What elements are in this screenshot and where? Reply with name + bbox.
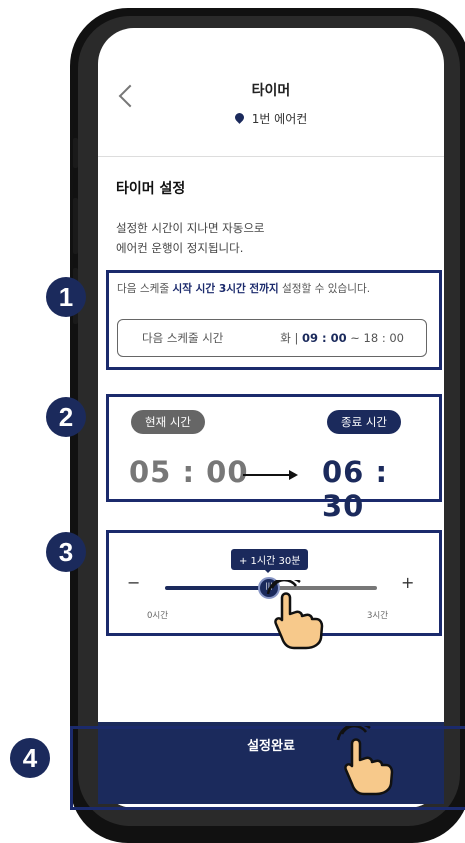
section-title: 타이머 설정 [116,181,186,197]
end-time-pill: 종료 시간 [327,410,401,434]
section-description: 설정한 시간이 지나면 자동으로 에어컨 운행이 정지됩니다. [116,218,265,258]
current-time-pill: 현재 시간 [131,410,205,434]
side-button-mute [73,138,78,168]
next-schedule-label: 다음 스케줄 시간 [142,331,224,345]
step-badge-4: 4 [10,738,50,778]
time-panel: 현재 시간 종료 시간 05 : 00 06 : 30 [106,394,442,523]
arrow-head-icon [289,470,298,480]
duration-tooltip: + 1시간 30분 [231,549,309,570]
next-schedule-box: 다음 스케줄 시간 화 | 09 : 00 ~ 18 : 00 [117,319,427,357]
arrow-icon [243,474,289,476]
next-schedule-value: 화 | 09 : 00 ~ 18 : 00 [280,331,404,345]
side-button-volume-up [73,198,78,254]
page-title: 타이머 [251,83,291,99]
current-time-value: 05 : 00 [129,455,249,489]
decrease-button[interactable]: − [127,573,140,592]
slider-max-label: 3시간 [367,611,389,621]
end-time-value: 06 : 30 [322,455,389,523]
step-badge-3: 3 [46,532,86,572]
increase-button[interactable]: + [401,573,414,592]
notice-highlight: 시작 시간 3시간 전까지 [172,283,279,295]
schedule-notice: 다음 스케줄 시작 시간 3시간 전까지 설정할 수 있습니다. [117,283,371,295]
slider-track-filled [165,586,269,590]
slider-min-label: 0시간 [147,611,169,621]
tap-hand-icon [266,580,324,650]
description-line-2: 에어컨 운행이 정지됩니다. [116,241,244,255]
location-pin-icon [232,111,246,124]
description-line-1: 설정한 시간이 지나면 자동으로 [116,221,265,235]
device-name: 1번 에어컨 [251,112,308,126]
step-badge-2: 2 [46,397,86,437]
step-badge-1: 1 [46,277,86,317]
header-divider [98,156,444,157]
tooltip-pointer [263,568,273,573]
tap-hand-icon [336,726,394,796]
schedule-notice-panel: 다음 스케줄 시작 시간 3시간 전까지 설정할 수 있습니다. 다음 스케줄 … [106,270,442,370]
device-label: 1번 에어컨 [98,110,444,127]
